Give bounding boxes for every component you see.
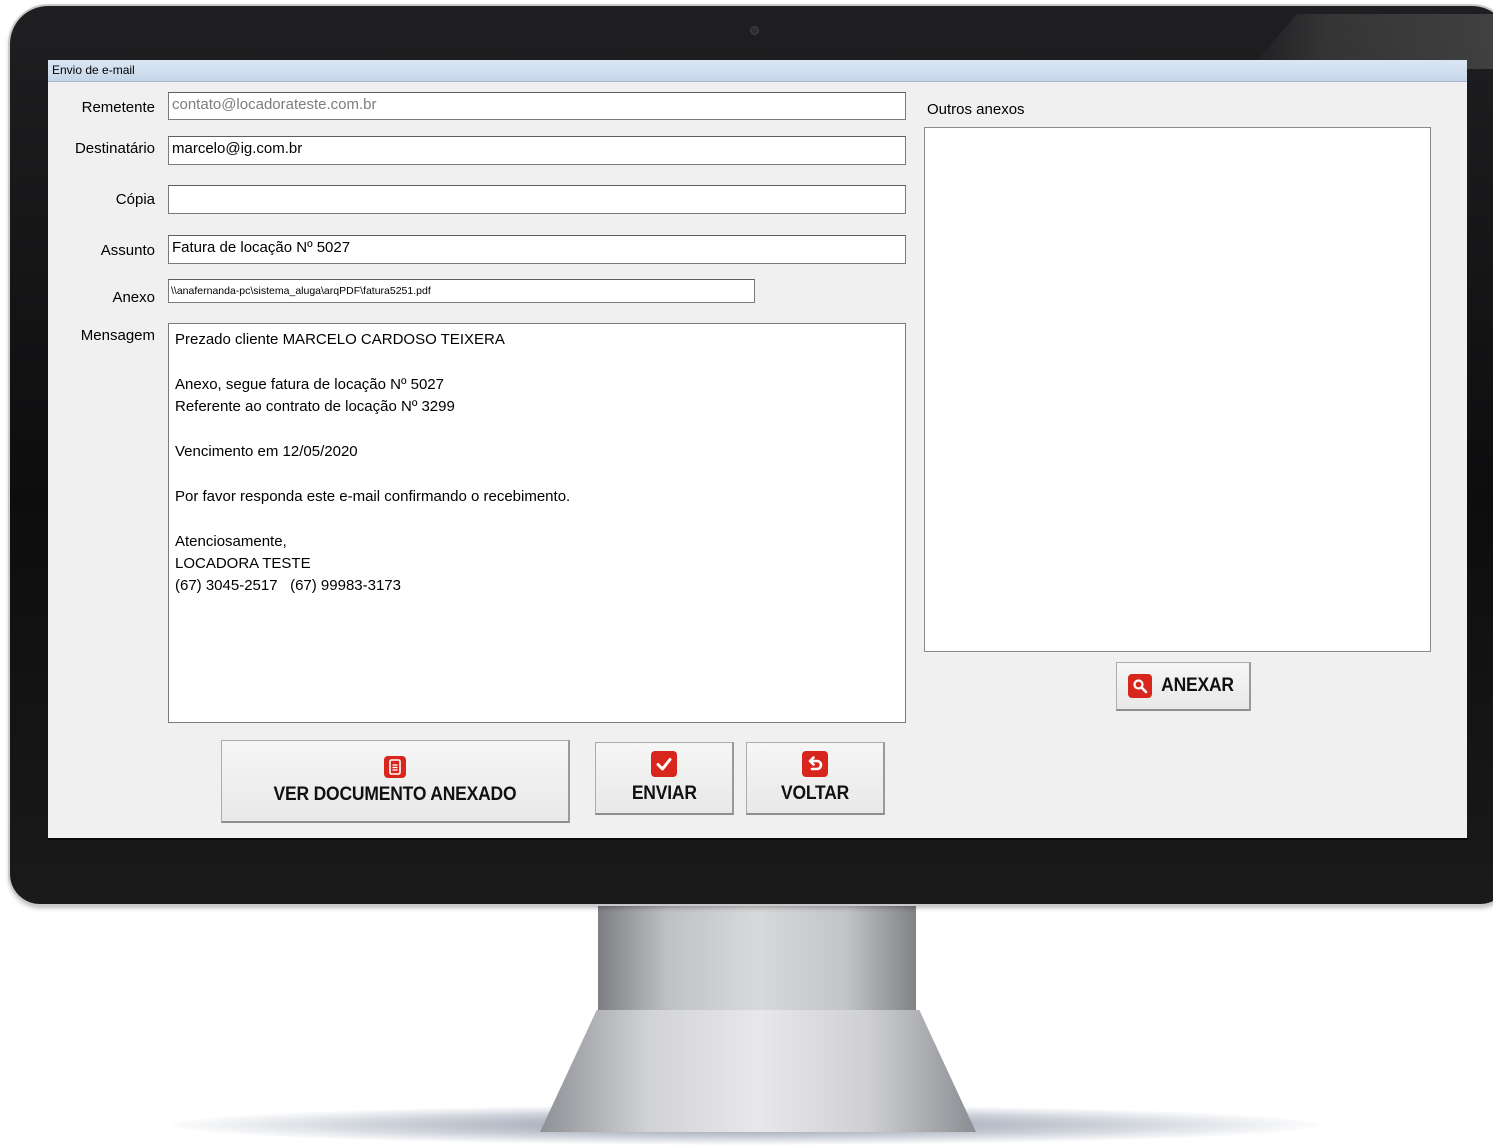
remetente-label: Remetente [81, 99, 155, 116]
email-window: Envio de e-mail Remetente contato@locado… [48, 60, 1467, 838]
anexo-path-field[interactable]: \\anafernanda-pc\sistema_aluga\arqPDF\fa… [168, 279, 755, 303]
mensagem-line: (67) 3045-2517 (67) 99983-3173 [175, 577, 401, 595]
mensagem-line [175, 351, 899, 373]
undo-icon [802, 751, 828, 777]
anexo-label: Anexo [112, 289, 155, 306]
remetente-field[interactable]: contato@locadorateste.com.br [168, 92, 906, 120]
screen-bottom-edge [48, 838, 1468, 840]
anexar-button[interactable]: ANEXAR [1116, 662, 1251, 711]
mensagem-label: Mensagem [80, 327, 155, 344]
mensagem-line: Referente ao contrato de locação Nº 3299 [175, 398, 455, 416]
anexar-button-label: ANEXAR [1161, 675, 1235, 696]
window-title: Envio de e-mail [52, 63, 135, 77]
destinatario-label: Destinatário [74, 140, 155, 157]
monitor-stand [540, 1010, 976, 1132]
copia-field[interactable] [168, 185, 906, 214]
webcam-icon [750, 26, 759, 35]
mensagem-line: Atenciosamente, [175, 532, 287, 550]
voltar-button[interactable]: VOLTAR [746, 742, 885, 815]
assunto-label: Assunto [100, 242, 155, 259]
monitor-neck [598, 904, 916, 1012]
assunto-field[interactable]: Fatura de locação Nº 5027 [168, 235, 906, 264]
search-icon [1128, 674, 1153, 698]
mensagem-line: Anexo, segue fatura de locação Nº 5027 [175, 375, 444, 393]
mensagem-line: Prezado cliente MARCELO CARDOSO TEIXERA [175, 331, 505, 348]
mensagem-line [175, 463, 899, 485]
ver-documento-button-label: VER DOCUMENTO ANEXADO [273, 784, 517, 805]
mensagem-line [175, 419, 899, 441]
enviar-button[interactable]: ENVIAR [595, 742, 734, 815]
enviar-button-label: ENVIAR [631, 783, 697, 804]
document-icon [384, 756, 406, 778]
ver-documento-button[interactable]: VER DOCUMENTO ANEXADO [221, 740, 570, 823]
outros-anexos-list[interactable] [924, 127, 1431, 652]
window-titlebar[interactable]: Envio de e-mail [48, 60, 1467, 82]
mensagem-textarea[interactable]: Prezado cliente MARCELO CARDOSO TEIXERA A… [168, 323, 906, 723]
voltar-button-label: VOLTAR [780, 783, 850, 804]
destinatario-field[interactable]: marcelo@ig.com.br [168, 136, 906, 165]
checkmark-icon [651, 751, 677, 777]
mensagem-line: Vencimento em 12/05/2020 [175, 443, 358, 460]
mensagem-line [175, 508, 899, 530]
outros-anexos-label: Outros anexos [927, 101, 1025, 118]
mensagem-line: LOCADORA TESTE [175, 555, 311, 572]
copia-label: Cópia [115, 191, 155, 208]
mensagem-line: Por favor responda este e-mail confirman… [175, 487, 571, 505]
